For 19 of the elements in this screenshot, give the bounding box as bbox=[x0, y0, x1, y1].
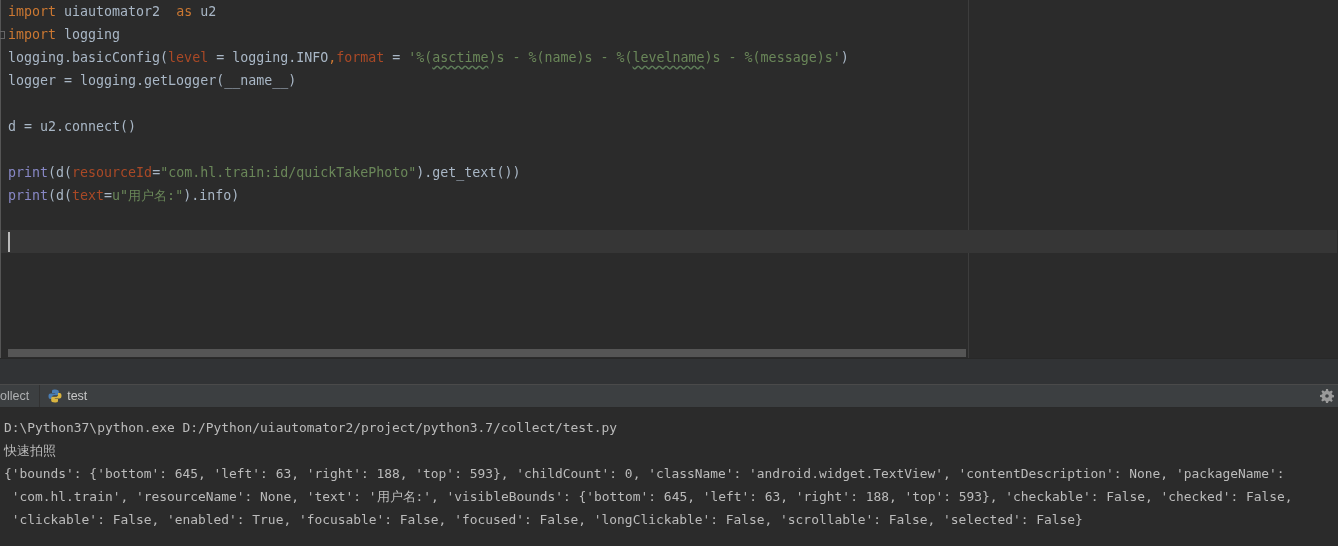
run-tab[interactable]: ollect bbox=[0, 385, 41, 407]
horizontal-scrollbar[interactable] bbox=[8, 349, 966, 357]
settings-icon[interactable] bbox=[1320, 389, 1334, 403]
code-line: logging.basicConfig(level = logging.INFO,format = '%(asctime)s - %(name)s - %(levelname)s - %(message)s') bbox=[7, 49, 850, 67]
code-line: import logging bbox=[1, 23, 1337, 46]
run-tab[interactable]: test bbox=[40, 385, 98, 407]
console-line: 'com.hl.train', 'resourceName': None, 'text': '用户名:', 'visibleBounds': {'bottom': 645, 'left': 63, 'right': 188, 'top': 593}, 'checkable': False, 'checked': False, bbox=[10, 488, 1293, 506]
console-line: {'bounds': {'bottom': 645, 'left': 63, 'right': 188, 'top': 593}, 'childCount': 0, 'className': 'android.widget.TextView', 'contentDescription': None, 'packageName': bbox=[4, 465, 1285, 483]
console-line: D:\Python37\python.exe D:/Python/uiautomator2/project/python3.7/collect/test.py bbox=[4, 419, 618, 437]
python-icon bbox=[48, 389, 63, 403]
code-line: print(d(resourceId="com.hl.train:id/quickTakePhoto").get_text()) bbox=[7, 164, 522, 183]
fold-marker-icon[interactable] bbox=[0, 31, 5, 39]
code-line: import uiautomator2 as u2 bbox=[7, 3, 218, 21]
console-line: 'clickable': False, 'enabled': True, 'focusable': False, 'focused': False, 'longClickable': False, 'scrollable': False, 'selected': False} bbox=[10, 511, 1083, 529]
code-line: print(d(text=u"用户名:").info) bbox=[7, 187, 241, 205]
code-line: logger = logging.getLogger(__name__) bbox=[7, 72, 298, 91]
console-line: 快速拍照 bbox=[4, 442, 56, 460]
code-line: d = u2.connect() bbox=[7, 118, 138, 136]
text-caret bbox=[8, 231, 10, 252]
